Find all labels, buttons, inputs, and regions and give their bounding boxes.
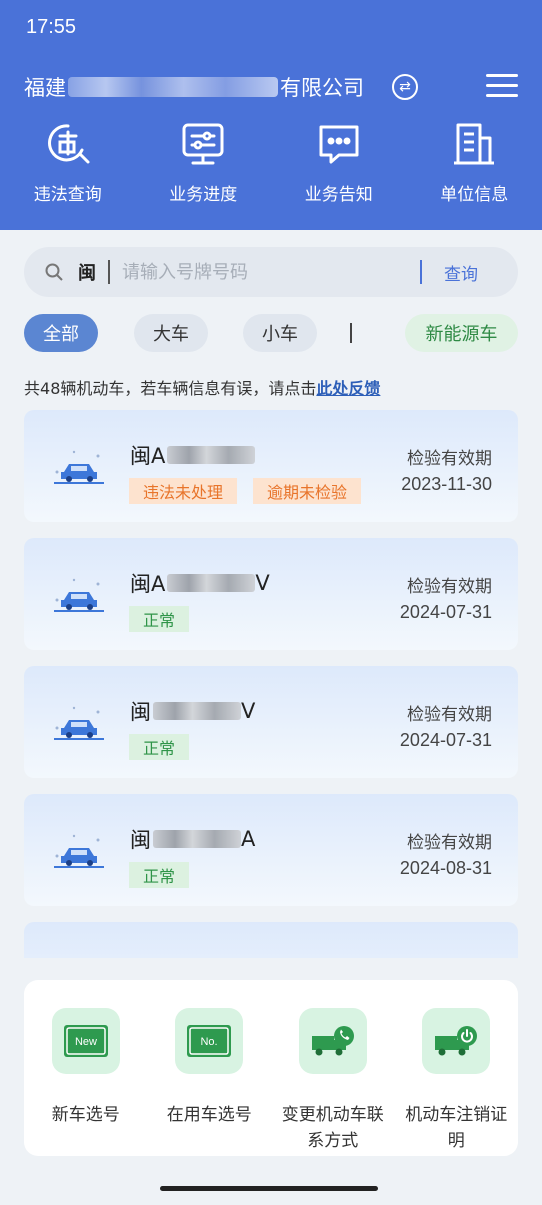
status-tags: 正常 <box>129 862 205 888</box>
car-icon <box>54 578 104 612</box>
expiry-date: 2024-07-31 <box>399 730 492 750</box>
vehicle-card[interactable]: 闽A V 正常 检验有效期 2024-07-31 <box>24 538 518 650</box>
status-badge: 正常 <box>129 606 190 632</box>
filter-separator <box>350 323 352 343</box>
service-panel: New 新车选号 No. 在用车选号 变更机动车联系方式 机动车注销证明 <box>24 980 518 1156</box>
switch-account-icon[interactable]: ⇄ <box>392 74 418 100</box>
company-suffix: 有限公司 <box>280 76 364 100</box>
nav-label: 违法查询 <box>33 185 102 205</box>
status-badge: 逾期未检验 <box>253 478 362 504</box>
car-icon <box>54 450 104 484</box>
plate-number: 闽A <box>130 827 256 852</box>
vehicle-filter-chips: 全部 大车 小车 新能源车 <box>24 314 518 352</box>
expiry-date: 2024-08-31 <box>399 858 492 878</box>
nav-unit-info[interactable]: 单位信息 <box>407 120 542 220</box>
plate-number-icon: No. <box>175 1008 244 1074</box>
truck-phone-icon <box>298 1008 367 1074</box>
query-button[interactable]: 查询 <box>444 260 478 285</box>
menu-icon[interactable] <box>486 74 518 98</box>
plate-redacted <box>167 446 256 464</box>
nav-label: 业务进度 <box>169 185 238 205</box>
status-time: 17:55 <box>26 16 77 38</box>
new-plate-text: New <box>75 1036 97 1048</box>
new-plate-icon: New <box>51 1008 120 1074</box>
service-used-car-plate[interactable]: No. 在用车选号 <box>148 980 272 1156</box>
plate-redacted <box>153 830 241 848</box>
vehicle-list: 闽A 违法未处理 逾期未检验 检验有效期 2023-11-30 闽A V 正常 检… <box>24 410 518 958</box>
business-progress-icon <box>182 123 224 165</box>
violation-search-icon <box>47 124 90 164</box>
service-label: 机动车注销证明 <box>405 1105 508 1151</box>
filter-small-vehicle[interactable]: 小车 <box>243 314 317 352</box>
divider <box>108 260 110 284</box>
divider <box>420 260 422 284</box>
nav-label: 单位信息 <box>440 185 509 205</box>
home-indicator[interactable] <box>160 1186 378 1191</box>
vehicle-count: 48 <box>40 379 61 398</box>
service-deregistration-certificate[interactable]: 机动车注销证明 <box>395 980 519 1156</box>
province-selector[interactable]: 闽 <box>78 259 96 285</box>
nav-business-progress[interactable]: 业务进度 <box>136 120 272 220</box>
service-new-car-plate[interactable]: New 新车选号 <box>24 980 148 1156</box>
plate-search-bar: 闽 查询 <box>24 247 518 297</box>
nav-label: 业务告知 <box>304 185 373 205</box>
company-name[interactable]: 福建 有限公司 <box>24 72 364 102</box>
expiry-date: 2023-11-30 <box>401 474 492 494</box>
status-tags: 违法未处理 逾期未检验 <box>129 478 377 504</box>
search-icon <box>45 263 63 281</box>
filter-all[interactable]: 全部 <box>24 314 98 352</box>
status-tags: 正常 <box>129 734 205 760</box>
plate-number-input[interactable] <box>122 261 412 283</box>
plate-number: 闽A V <box>130 571 270 596</box>
vehicle-card[interactable]: 闽A 违法未处理 逾期未检验 检验有效期 2023-11-30 <box>24 410 518 522</box>
expiry-label: 检验有效期 <box>407 833 492 853</box>
vehicle-card[interactable]: 闽A 正常 检验有效期 2024-08-31 <box>24 794 518 906</box>
feedback-link[interactable]: 此处反馈 <box>316 379 380 398</box>
filter-big-vehicle[interactable]: 大车 <box>134 314 208 352</box>
company-prefix: 福建 <box>24 76 66 100</box>
service-change-contact[interactable]: 变更机动车联系方式 <box>271 980 395 1156</box>
filter-new-energy[interactable]: 新能源车 <box>405 314 518 352</box>
vehicle-count-notice: 共48辆机动车，若车辆信息有误，请点击此处反馈 <box>24 379 381 398</box>
top-nav: 违法查询 业务进度 业务告知 单位信息 <box>0 120 542 220</box>
expiry-date: 2024-07-31 <box>399 602 492 622</box>
business-notice-icon <box>319 125 359 164</box>
expiry-label: 检验有效期 <box>407 705 492 725</box>
header-banner: 17:55 福建 有限公司 ⇄ 违法查询 业务进度 业务告知 单位信息 <box>0 0 542 230</box>
unit-info-icon <box>454 123 495 165</box>
plate-number: 闽V <box>130 699 256 724</box>
truck-power-icon <box>422 1008 491 1074</box>
status-badge: 违法未处理 <box>129 478 238 504</box>
company-name-redacted <box>68 77 278 97</box>
car-icon <box>54 706 104 740</box>
status-badge: 正常 <box>129 862 190 888</box>
plate-redacted <box>167 574 256 592</box>
plate-no-text: No. <box>201 1036 218 1048</box>
car-icon <box>54 834 104 868</box>
nav-violation-search[interactable]: 违法查询 <box>0 120 136 220</box>
service-label: 变更机动车联系方式 <box>281 1105 384 1151</box>
status-badge: 正常 <box>129 734 190 760</box>
expiry-label: 检验有效期 <box>407 577 492 597</box>
status-tags: 正常 <box>129 606 205 632</box>
expiry-label: 检验有效期 <box>407 449 492 469</box>
service-label: 新车选号 <box>51 1105 120 1125</box>
service-label: 在用车选号 <box>166 1105 252 1125</box>
plate-redacted <box>153 702 241 720</box>
nav-business-notice[interactable]: 业务告知 <box>271 120 407 220</box>
plate-number: 闽A <box>130 440 256 470</box>
vehicle-card[interactable]: 闽V 正常 检验有效期 2024-07-31 <box>24 666 518 778</box>
vehicle-card-partial[interactable] <box>24 922 518 958</box>
